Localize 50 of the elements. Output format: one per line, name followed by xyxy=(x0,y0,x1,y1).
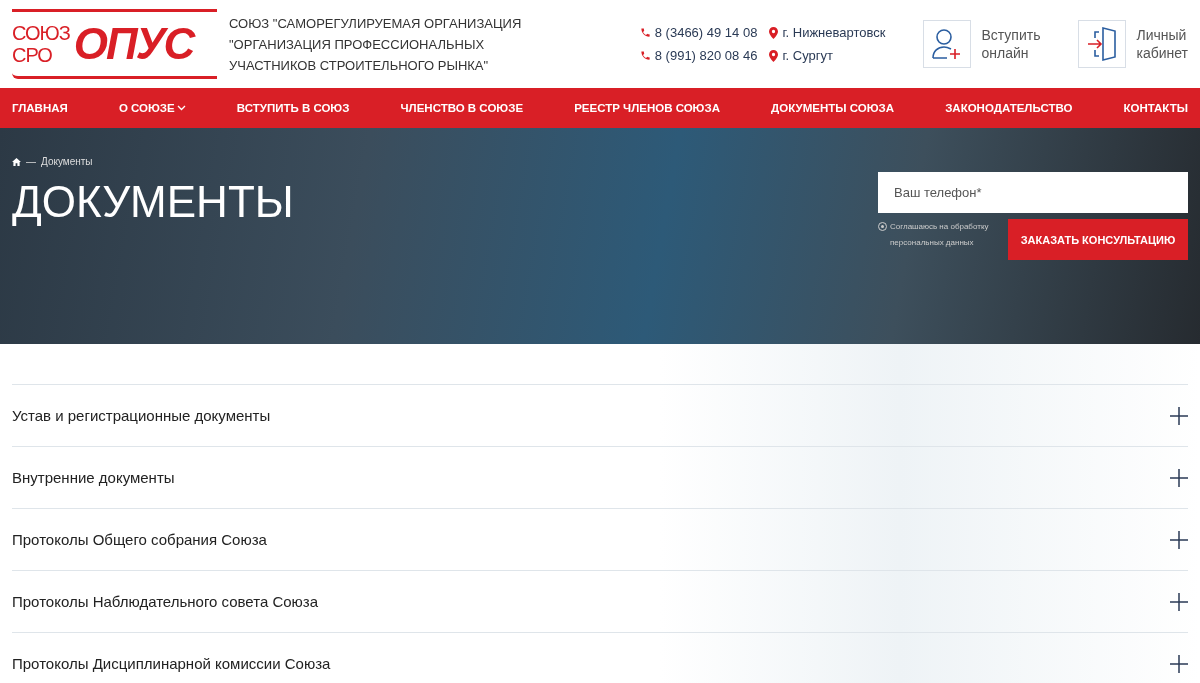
organization-name: УЧАСТНИКОВ СТРОИТЕЛЬНОГО РЫНКА" xyxy=(229,57,490,73)
accordion-item[interactable]: Внутренние документы xyxy=(12,446,1188,508)
organization-name: "ОРГАНИЗАЦИЯ ПРОФЕССИОНАЛЬНЫХ xyxy=(229,36,486,52)
phone-icon xyxy=(639,27,651,38)
phone-input[interactable]: Ваш телефон* xyxy=(878,172,1188,213)
city-name: г. Нижневартовск xyxy=(782,25,886,40)
plus-icon[interactable] xyxy=(1170,592,1188,611)
plus-icon[interactable] xyxy=(1170,654,1188,673)
organization-name: СОЮЗ "САМОРЕГУЛИРУЕМАЯ ОРГАНИЗАЦИЯ xyxy=(229,15,522,31)
home-icon[interactable] xyxy=(12,157,21,166)
nav-link[interactable]: КОНТАКТЫ xyxy=(1123,102,1188,114)
accordion-title: Устав и регистрационные документы xyxy=(12,407,271,424)
order-consultation-button[interactable]: ЗАКАЗАТЬ КОНСУЛЬТАЦИЮ xyxy=(1008,219,1188,260)
logo-text: СРО xyxy=(12,44,53,66)
nav-link[interactable]: ВСТУПИТЬ В СОЮЗ xyxy=(236,102,350,114)
nav-link[interactable]: О СОЮЗЕ xyxy=(118,102,186,114)
accordion-title: Протоколы Наблюдательного совета Союза xyxy=(12,593,319,610)
location-pin-icon xyxy=(769,49,779,62)
consent-text: Соглашаюсь на обработку персональных данных xyxy=(890,221,990,249)
nav-link[interactable]: ДОКУМЕНТЫ СОЮЗА xyxy=(771,102,895,114)
city-name: г. Сургут xyxy=(782,48,833,63)
action-icon-button[interactable] xyxy=(1078,20,1127,68)
page-title: ДОКУМЕНТЫ xyxy=(12,177,294,227)
nav-link[interactable]: РЕЕСТР ЧЛЕНОВ СОЮЗА xyxy=(574,102,720,114)
accordion-item[interactable]: Протоколы Общего собрания Союза xyxy=(12,508,1188,570)
nav-link[interactable]: ЗАКОНОДАТЕЛЬСТВО xyxy=(945,102,1073,114)
action-link[interactable]: Вступить онлайн xyxy=(981,26,1041,62)
breadcrumb-current: Документы xyxy=(41,156,93,167)
accordion-item[interactable]: Устав и регистрационные документы xyxy=(12,384,1188,446)
phone-icon xyxy=(639,50,651,61)
logo-text: СОЮЗ xyxy=(12,22,70,44)
logo-text: ОПУС xyxy=(73,19,194,69)
door-enter-icon xyxy=(1087,26,1118,62)
action-icon-button[interactable] xyxy=(923,20,972,68)
accordion-item[interactable]: Протоколы Наблюдательного совета Союза xyxy=(12,570,1188,632)
accordion-title: Внутренние документы xyxy=(12,469,175,486)
phone-number[interactable]: 8 (991) 820 08 46 xyxy=(654,48,758,63)
action-link[interactable]: Личный кабинет xyxy=(1136,26,1188,62)
accordion-item[interactable]: Протоколы Дисциплинарной комиссии Союза xyxy=(12,632,1188,683)
caret-icon xyxy=(176,105,186,111)
plus-icon[interactable] xyxy=(1170,468,1188,487)
accordion-title: Протоколы Дисциплинарной комиссии Союза xyxy=(12,655,331,672)
plus-icon[interactable] xyxy=(1170,406,1188,425)
nav-link[interactable]: ГЛАВНАЯ xyxy=(12,102,68,114)
nav-link[interactable]: ЧЛЕНСТВО В СОЮЗЕ xyxy=(400,102,524,114)
accordion-title: Протоколы Общего собрания Союза xyxy=(12,531,267,548)
plus-icon[interactable] xyxy=(1170,530,1188,549)
location-pin-icon xyxy=(769,26,779,39)
breadcrumb-separator: — xyxy=(26,156,36,167)
phone-number[interactable]: 8 (3466) 49 14 08 xyxy=(654,25,758,40)
